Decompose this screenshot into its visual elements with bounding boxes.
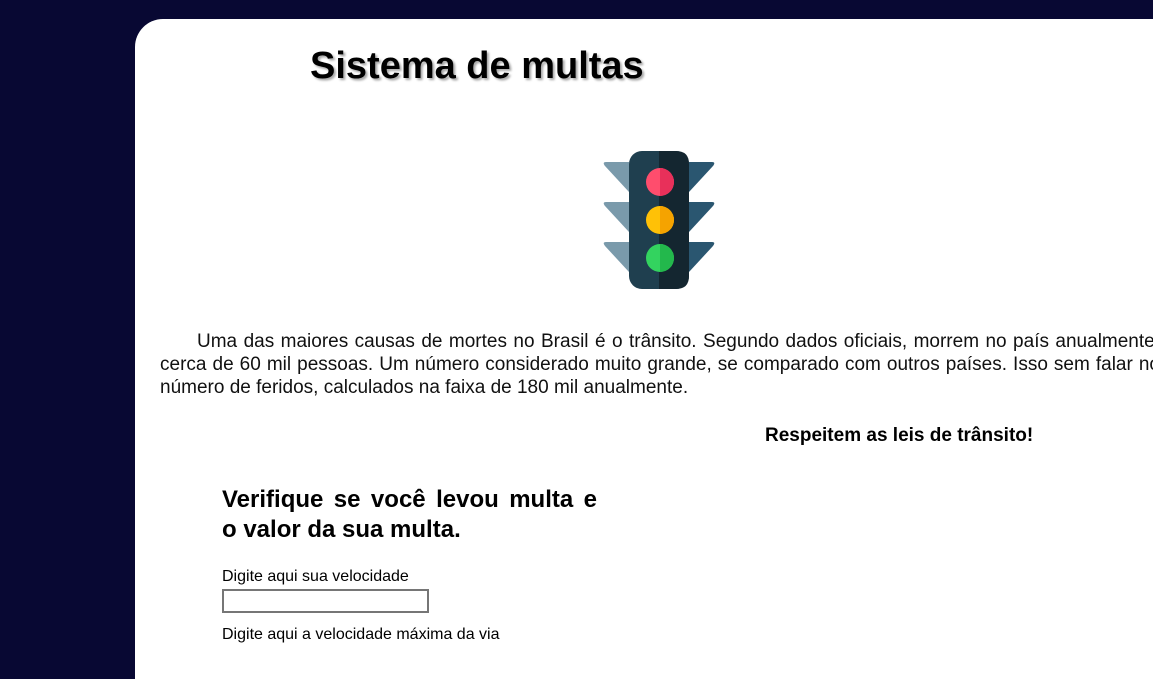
content-card: Sistema de multas Uma das maiores causas… bbox=[135, 19, 1153, 679]
intro-paragraph: Uma das maiores causas de mortes no Bras… bbox=[160, 331, 1153, 398]
speed-input[interactable] bbox=[222, 589, 429, 613]
traffic-light-icon bbox=[601, 147, 717, 293]
speed-label: Digite aqui sua velocidade bbox=[222, 568, 409, 585]
slogan-text: Respeitem as leis de trânsito! bbox=[765, 425, 1034, 446]
max-speed-label: Digite aqui a velocidade máxima da via bbox=[222, 626, 500, 643]
form-title: Verifique se você levou multa e o valor … bbox=[222, 486, 597, 543]
page-title: Sistema de multas bbox=[310, 45, 644, 87]
